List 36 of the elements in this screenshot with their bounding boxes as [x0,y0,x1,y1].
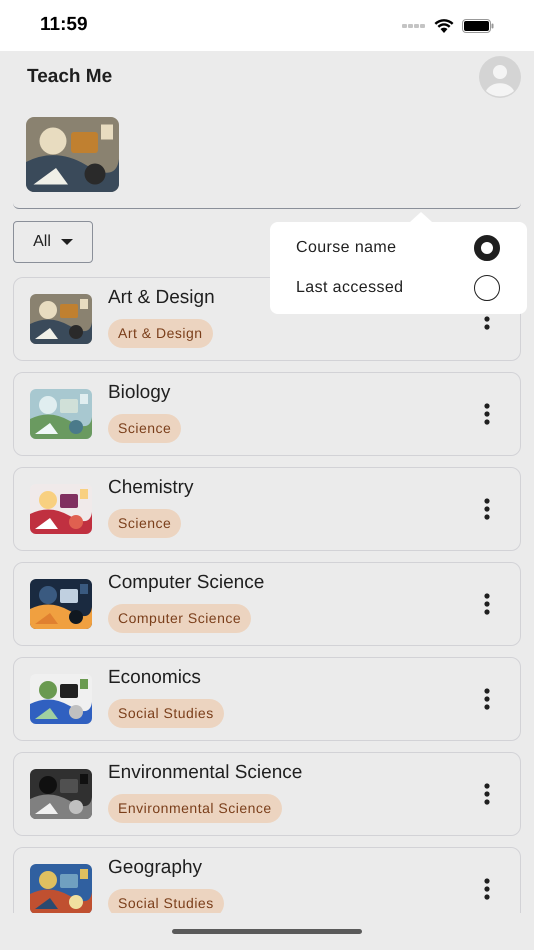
radio-button[interactable] [474,235,500,261]
signal-icon [402,22,426,28]
filter-dropdown[interactable]: All [13,221,93,263]
category-tag: Computer Science [108,604,252,633]
course-card[interactable]: Economics Social Studies [13,657,521,741]
category-tag: Environmental Science [108,794,282,823]
course-title: Economics [108,666,201,690]
category-tag: Science [108,508,182,538]
category-tag: Science [108,414,182,443]
course-title: Environmental Science [108,761,302,786]
radio-button[interactable] [474,275,500,301]
course-card[interactable]: Chemistry Science [13,467,521,551]
category-tag: Social Studies [108,888,224,913]
course-title: Art & Design [108,286,215,310]
course-card[interactable]: Biology Science [13,372,521,456]
sort-option[interactable]: Course name [270,228,527,268]
more-icon[interactable] [484,498,490,520]
more-icon[interactable] [484,403,490,425]
course-card[interactable]: Computer Science Computer Science [13,562,521,646]
caret-icon [60,239,73,245]
status-time: 11:59 [40,13,88,38]
app-title: Teach Me [27,64,112,89]
course-title: Geography [108,856,202,880]
category-tag: Art & Design [108,318,213,348]
course-title: Chemistry [108,476,194,500]
course-card[interactable]: Environmental Science Environmental Science [13,752,521,836]
more-icon[interactable] [484,593,490,615]
battery-icon [462,18,494,32]
more-icon[interactable] [484,783,490,805]
course-title: Computer Science [108,571,264,596]
course-card[interactable]: Geography Social Studies [13,847,521,913]
category-tag: Social Studies [108,698,224,728]
more-icon[interactable] [484,878,490,900]
wifi-icon [434,18,454,33]
course-title: Biology [108,381,170,406]
more-icon[interactable] [484,688,490,710]
